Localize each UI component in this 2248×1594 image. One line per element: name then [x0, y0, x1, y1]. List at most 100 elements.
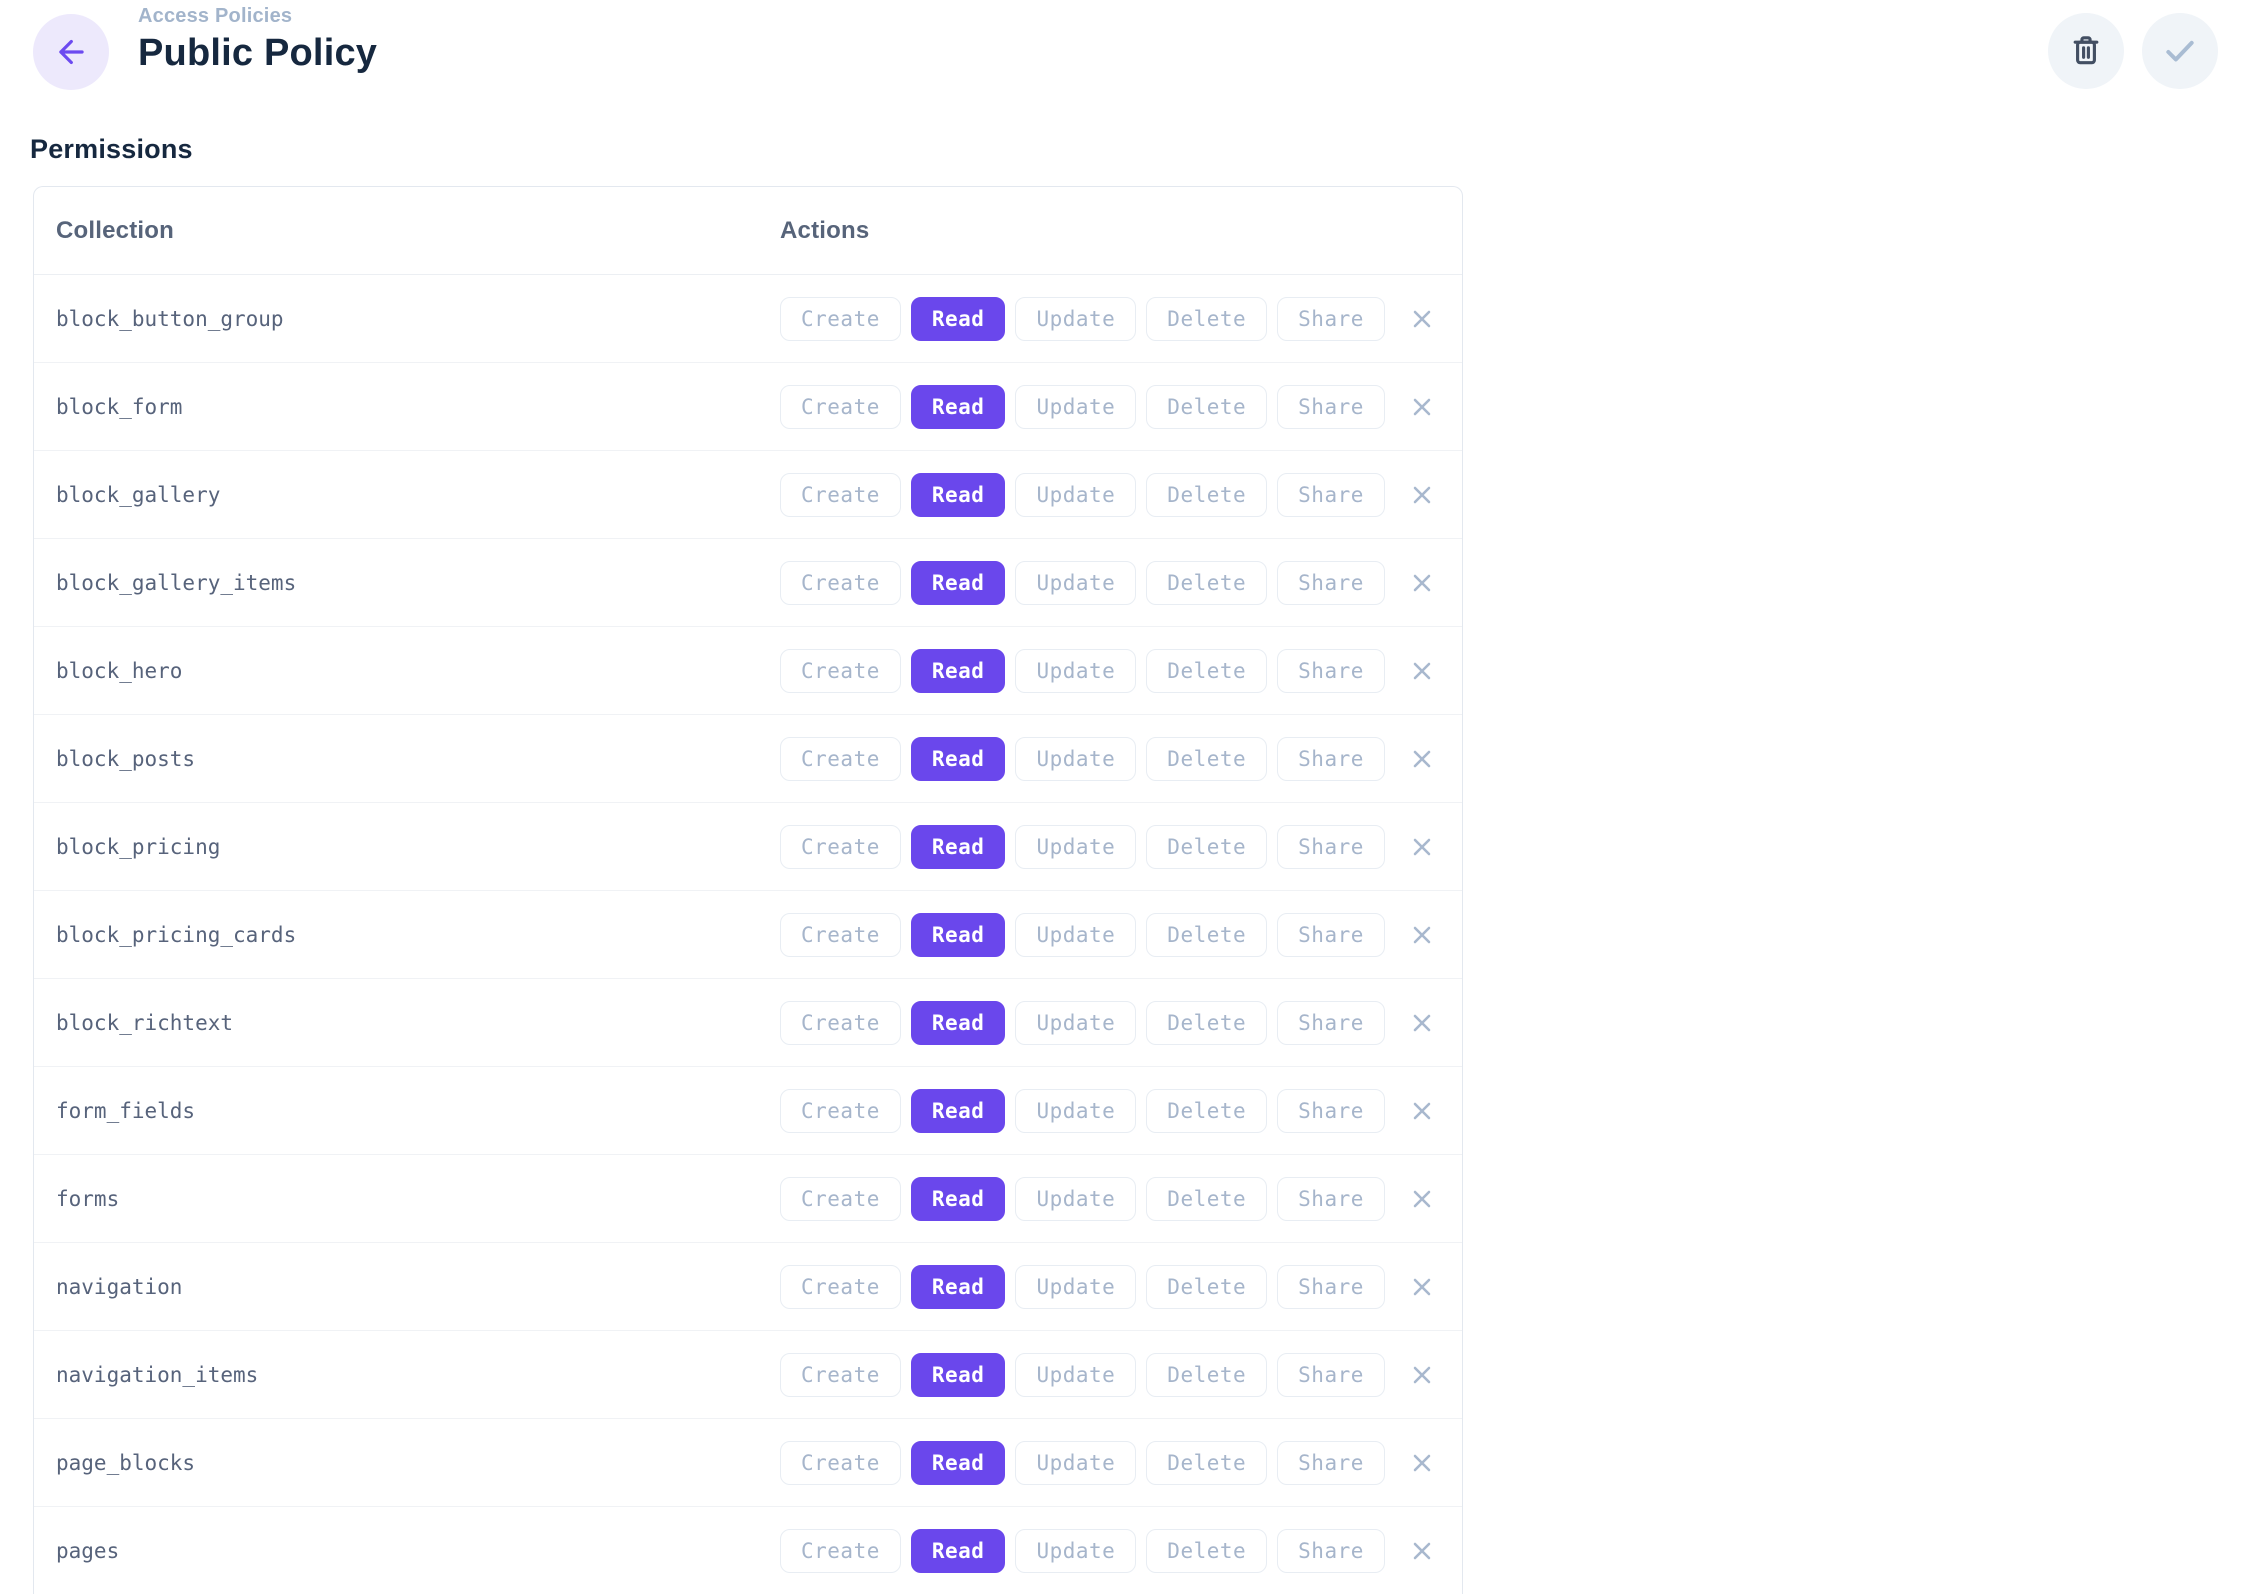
action-read-button[interactable]: Read: [911, 1001, 1006, 1045]
action-share-button[interactable]: Share: [1277, 1265, 1385, 1309]
action-update-button[interactable]: Update: [1015, 297, 1136, 341]
action-create-button[interactable]: Create: [780, 561, 901, 605]
action-delete-button[interactable]: Delete: [1146, 1441, 1267, 1485]
actions-cell: CreateReadUpdateDeleteShare: [780, 561, 1462, 605]
remove-permission-button[interactable]: [1408, 1185, 1436, 1213]
action-share-button[interactable]: Share: [1277, 737, 1385, 781]
remove-permission-button[interactable]: [1408, 569, 1436, 597]
collection-name: block_gallery_items: [34, 571, 780, 595]
x-icon: [1408, 1361, 1436, 1389]
action-share-button[interactable]: Share: [1277, 1001, 1385, 1045]
action-read-button[interactable]: Read: [911, 385, 1006, 429]
table-row: navigation CreateReadUpdateDeleteShare: [34, 1243, 1462, 1331]
remove-permission-button[interactable]: [1408, 1361, 1436, 1389]
action-create-button[interactable]: Create: [780, 1177, 901, 1221]
action-share-button[interactable]: Share: [1277, 825, 1385, 869]
x-icon: [1408, 1097, 1436, 1125]
action-read-button[interactable]: Read: [911, 649, 1006, 693]
action-create-button[interactable]: Create: [780, 1353, 901, 1397]
action-update-button[interactable]: Update: [1015, 1441, 1136, 1485]
action-delete-button[interactable]: Delete: [1146, 1353, 1267, 1397]
action-delete-button[interactable]: Delete: [1146, 1089, 1267, 1133]
action-update-button[interactable]: Update: [1015, 385, 1136, 429]
action-share-button[interactable]: Share: [1277, 1529, 1385, 1573]
action-create-button[interactable]: Create: [780, 649, 901, 693]
action-delete-button[interactable]: Delete: [1146, 649, 1267, 693]
action-create-button[interactable]: Create: [780, 1441, 901, 1485]
remove-permission-button[interactable]: [1408, 393, 1436, 421]
action-create-button[interactable]: Create: [780, 1089, 901, 1133]
action-update-button[interactable]: Update: [1015, 825, 1136, 869]
save-button[interactable]: [2142, 13, 2218, 89]
delete-policy-button[interactable]: [2048, 13, 2124, 89]
action-update-button[interactable]: Update: [1015, 473, 1136, 517]
action-delete-button[interactable]: Delete: [1146, 1177, 1267, 1221]
action-delete-button[interactable]: Delete: [1146, 473, 1267, 517]
remove-permission-button[interactable]: [1408, 1449, 1436, 1477]
action-delete-button[interactable]: Delete: [1146, 297, 1267, 341]
action-share-button[interactable]: Share: [1277, 1353, 1385, 1397]
action-share-button[interactable]: Share: [1277, 1177, 1385, 1221]
action-delete-button[interactable]: Delete: [1146, 737, 1267, 781]
remove-permission-button[interactable]: [1408, 745, 1436, 773]
action-share-button[interactable]: Share: [1277, 1441, 1385, 1485]
table-row: forms CreateReadUpdateDeleteShare: [34, 1155, 1462, 1243]
action-update-button[interactable]: Update: [1015, 1529, 1136, 1573]
action-update-button[interactable]: Update: [1015, 1001, 1136, 1045]
action-create-button[interactable]: Create: [780, 913, 901, 957]
action-update-button[interactable]: Update: [1015, 1089, 1136, 1133]
action-read-button[interactable]: Read: [911, 737, 1006, 781]
remove-permission-button[interactable]: [1408, 921, 1436, 949]
action-read-button[interactable]: Read: [911, 297, 1006, 341]
remove-permission-button[interactable]: [1408, 1537, 1436, 1565]
action-update-button[interactable]: Update: [1015, 1177, 1136, 1221]
action-read-button[interactable]: Read: [911, 913, 1006, 957]
remove-permission-button[interactable]: [1408, 481, 1436, 509]
action-create-button[interactable]: Create: [780, 385, 901, 429]
remove-permission-button[interactable]: [1408, 1009, 1436, 1037]
action-create-button[interactable]: Create: [780, 473, 901, 517]
action-share-button[interactable]: Share: [1277, 561, 1385, 605]
action-share-button[interactable]: Share: [1277, 297, 1385, 341]
remove-permission-button[interactable]: [1408, 1097, 1436, 1125]
action-delete-button[interactable]: Delete: [1146, 1001, 1267, 1045]
action-read-button[interactable]: Read: [911, 1441, 1006, 1485]
action-read-button[interactable]: Read: [911, 1177, 1006, 1221]
action-read-button[interactable]: Read: [911, 825, 1006, 869]
action-update-button[interactable]: Update: [1015, 913, 1136, 957]
action-delete-button[interactable]: Delete: [1146, 1265, 1267, 1309]
action-update-button[interactable]: Update: [1015, 737, 1136, 781]
action-read-button[interactable]: Read: [911, 1529, 1006, 1573]
action-update-button[interactable]: Update: [1015, 561, 1136, 605]
action-create-button[interactable]: Create: [780, 825, 901, 869]
action-delete-button[interactable]: Delete: [1146, 385, 1267, 429]
action-create-button[interactable]: Create: [780, 297, 901, 341]
remove-permission-button[interactable]: [1408, 305, 1436, 333]
action-create-button[interactable]: Create: [780, 1529, 901, 1573]
action-share-button[interactable]: Share: [1277, 473, 1385, 517]
action-delete-button[interactable]: Delete: [1146, 825, 1267, 869]
action-delete-button[interactable]: Delete: [1146, 1529, 1267, 1573]
action-read-button[interactable]: Read: [911, 1353, 1006, 1397]
remove-permission-button[interactable]: [1408, 1273, 1436, 1301]
action-create-button[interactable]: Create: [780, 1265, 901, 1309]
action-create-button[interactable]: Create: [780, 1001, 901, 1045]
action-share-button[interactable]: Share: [1277, 1089, 1385, 1133]
action-read-button[interactable]: Read: [911, 561, 1006, 605]
action-read-button[interactable]: Read: [911, 1265, 1006, 1309]
remove-permission-button[interactable]: [1408, 833, 1436, 861]
action-share-button[interactable]: Share: [1277, 913, 1385, 957]
action-update-button[interactable]: Update: [1015, 1265, 1136, 1309]
action-share-button[interactable]: Share: [1277, 649, 1385, 693]
action-delete-button[interactable]: Delete: [1146, 913, 1267, 957]
breadcrumb[interactable]: Access Policies: [138, 4, 377, 29]
action-share-button[interactable]: Share: [1277, 385, 1385, 429]
action-read-button[interactable]: Read: [911, 473, 1006, 517]
remove-permission-button[interactable]: [1408, 657, 1436, 685]
action-read-button[interactable]: Read: [911, 1089, 1006, 1133]
action-delete-button[interactable]: Delete: [1146, 561, 1267, 605]
action-update-button[interactable]: Update: [1015, 649, 1136, 693]
action-create-button[interactable]: Create: [780, 737, 901, 781]
back-button[interactable]: [33, 14, 109, 90]
action-update-button[interactable]: Update: [1015, 1353, 1136, 1397]
